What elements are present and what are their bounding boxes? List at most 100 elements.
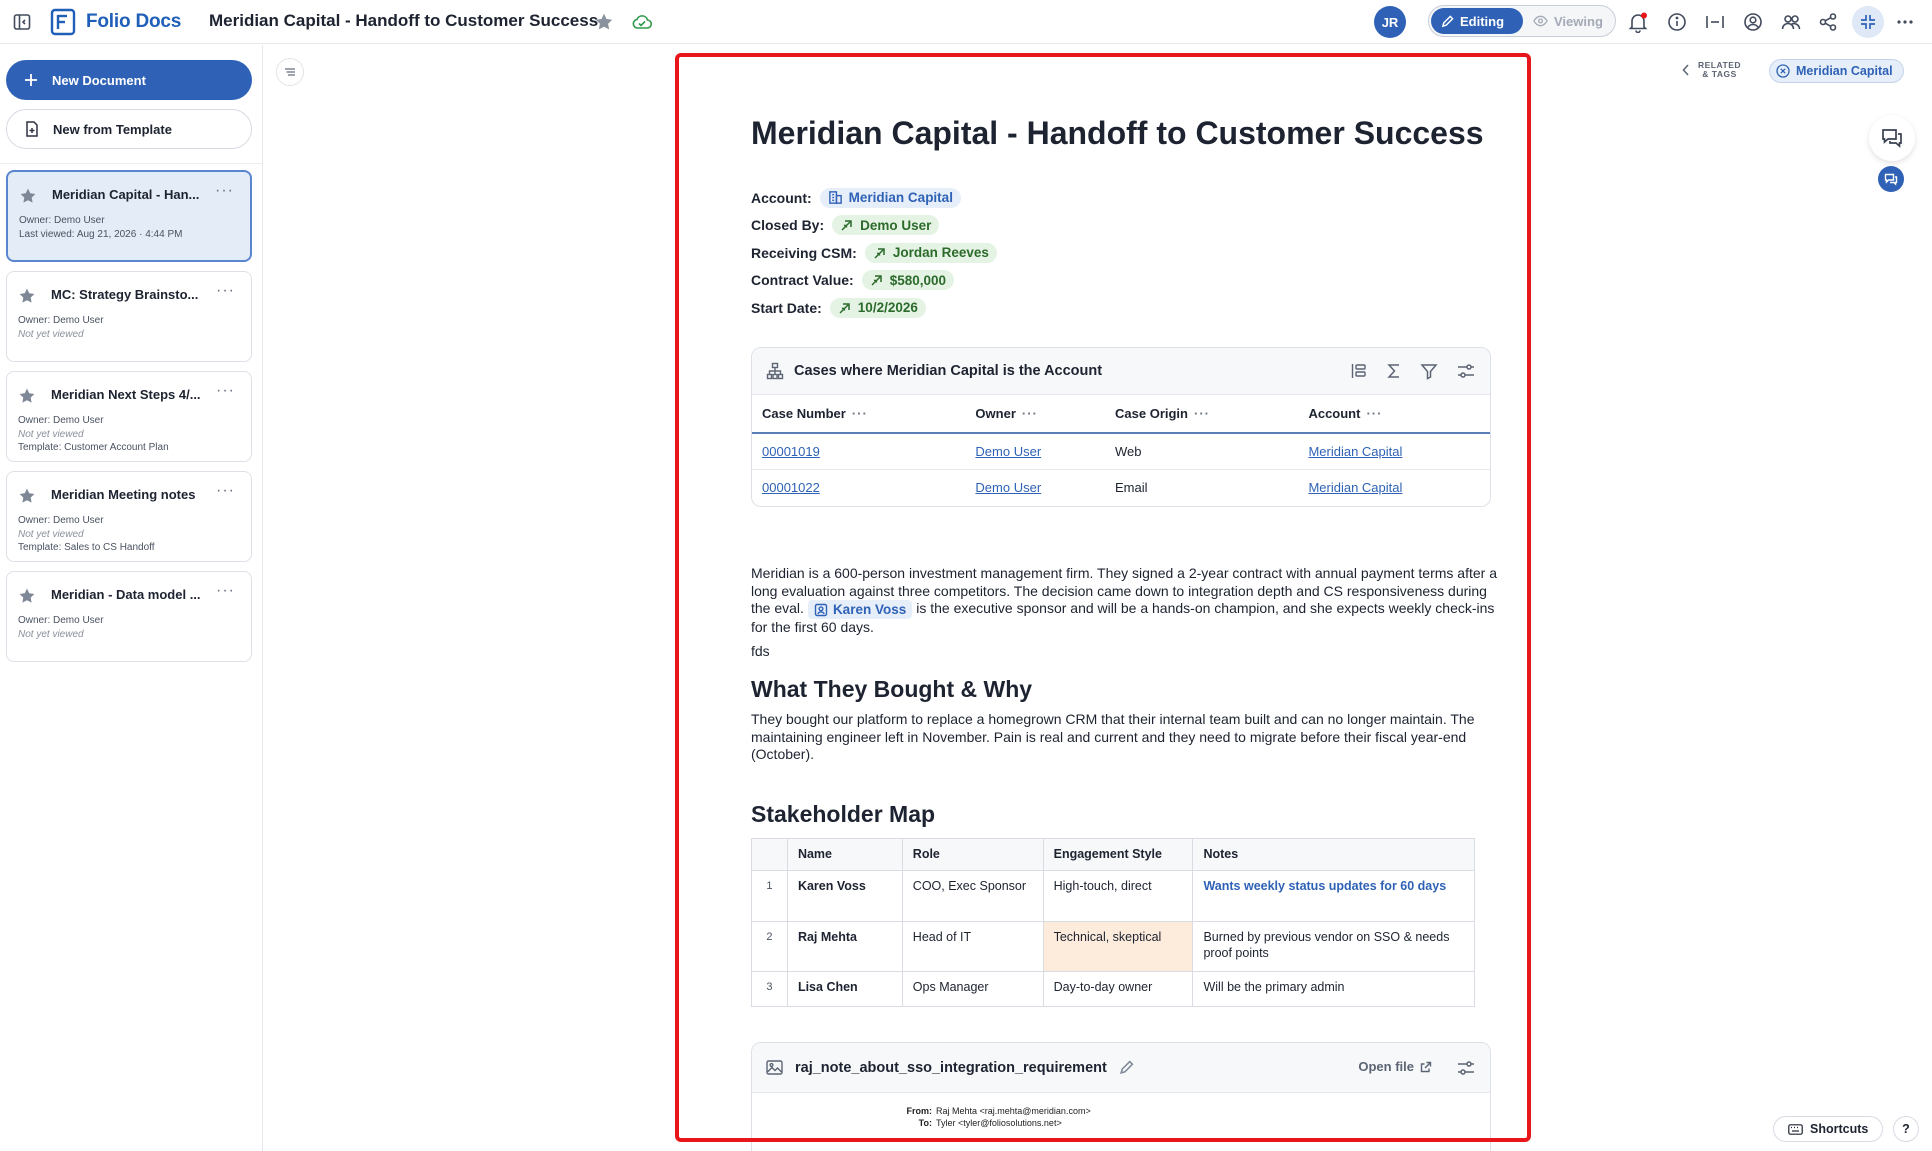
column-header[interactable]: Engagement Style	[1042, 838, 1194, 871]
column-menu-icon[interactable]: ···	[1366, 406, 1382, 421]
document-card-owner: Owner: Demo User	[18, 515, 104, 526]
user-avatar[interactable]: JR	[1374, 6, 1406, 38]
table-row: 3 Lisa Chen Ops Manager Day-to-day owner…	[751, 971, 1475, 1007]
shortcuts-button[interactable]: Shortcuts	[1773, 1116, 1884, 1142]
column-header[interactable]: Name	[786, 838, 903, 871]
group-icon[interactable]	[1350, 362, 1368, 380]
info-icon[interactable]	[1664, 9, 1690, 35]
help-button[interactable]: ?	[1893, 1116, 1919, 1142]
file-settings-icon[interactable]	[1456, 1060, 1476, 1076]
stakeholder-role[interactable]: Head of IT	[901, 921, 1044, 972]
width-toggle-icon[interactable]	[1702, 9, 1728, 35]
card-more-icon[interactable]: ···	[216, 282, 235, 300]
account-link[interactable]: Meridian Capital	[1308, 480, 1402, 495]
more-menu-icon[interactable]	[1892, 9, 1918, 35]
settings-sliders-icon[interactable]	[1456, 363, 1476, 379]
owner-link[interactable]: Demo User	[975, 444, 1041, 459]
notifications-bell-icon[interactable]	[1625, 9, 1651, 35]
stakeholder-name[interactable]: Raj Mehta	[786, 921, 903, 972]
closed-by-pill[interactable]: Demo User	[832, 215, 940, 236]
stakeholder-notes[interactable]: Will be the primary admin	[1192, 971, 1475, 1007]
card-more-icon[interactable]: ···	[216, 482, 235, 500]
collaborators-icon[interactable]	[1778, 9, 1804, 35]
star-icon[interactable]	[18, 587, 36, 605]
star-icon[interactable]	[18, 287, 36, 305]
outline-toggle-button[interactable]	[276, 58, 304, 86]
column-header[interactable]: Owner ···	[965, 395, 1106, 434]
file-preview: From: Raj Mehta <raj.mehta@meridian.com> …	[892, 1105, 1091, 1129]
document-title[interactable]: Meridian Capital - Handoff to Customer S…	[209, 11, 598, 31]
stakeholder-role[interactable]: Ops Manager	[901, 971, 1044, 1007]
related-tags-toggle[interactable]: RELATED & TAGS	[1682, 61, 1741, 79]
contract-value-pill[interactable]: $580,000	[861, 270, 955, 291]
new-from-template-button[interactable]: New from Template	[6, 109, 252, 149]
column-header[interactable]: Case Number ···	[752, 395, 966, 434]
case-number-link[interactable]: 00001022	[762, 480, 820, 495]
column-header[interactable]: Role	[901, 838, 1044, 871]
file-name[interactable]: raj_note_about_sso_integration_requireme…	[795, 1060, 1107, 1076]
column-menu-icon[interactable]: ···	[1194, 406, 1210, 421]
engagement-style[interactable]: High-touch, direct	[1042, 870, 1194, 922]
document-card[interactable]: Meridian Next Steps 4/... ··· Owner: Dem…	[6, 371, 252, 462]
receiving-csm-pill[interactable]: Jordan Reeves	[864, 242, 997, 263]
case-number-link[interactable]: 00001019	[762, 444, 820, 459]
stakeholder-role[interactable]: COO, Exec Sponsor	[901, 870, 1044, 922]
sidebar-toggle-icon[interactable]	[9, 9, 35, 35]
section-heading[interactable]: Stakeholder Map	[751, 801, 935, 828]
stakeholder-notes[interactable]: Wants weekly status updates for 60 days	[1192, 870, 1475, 922]
stakeholder-table: Name Role Engagement Style Notes 1 Karen…	[751, 838, 1475, 1007]
document-card[interactable]: MC: Strategy Brainsto... ··· Owner: Demo…	[6, 271, 252, 362]
favorite-star-icon[interactable]	[591, 9, 617, 35]
stakeholder-notes[interactable]: Burned by previous vendor on SSO & needs…	[1192, 921, 1475, 972]
preview-to-label: To:	[918, 1118, 932, 1128]
editing-mode-button[interactable]: Editing	[1431, 8, 1523, 34]
filter-icon[interactable]	[1420, 362, 1438, 380]
owner-link[interactable]: Demo User	[975, 480, 1041, 495]
account-pill[interactable]: Meridian Capital	[819, 187, 961, 208]
new-document-label: New Document	[52, 72, 146, 88]
account-link[interactable]: Meridian Capital	[1308, 444, 1402, 459]
card-more-icon[interactable]: ···	[215, 182, 234, 200]
contact-mention[interactable]: Karen Voss	[807, 600, 913, 619]
section-paragraph[interactable]: They bought our platform to replace a ho…	[751, 711, 1503, 764]
column-header[interactable]: Notes	[1192, 838, 1475, 871]
card-more-icon[interactable]: ···	[216, 582, 235, 600]
column-header[interactable]	[751, 838, 788, 871]
chat-assistant-button[interactable]	[1878, 166, 1904, 192]
document-heading[interactable]: Meridian Capital - Handoff to Customer S…	[751, 115, 1484, 152]
stray-text[interactable]: fds	[751, 643, 1503, 661]
section-heading[interactable]: What They Bought & Why	[751, 676, 1032, 703]
start-date-pill[interactable]: 10/2/2026	[829, 297, 926, 318]
remove-tag-icon[interactable]	[1776, 64, 1790, 78]
stakeholder-name[interactable]: Karen Voss	[786, 870, 903, 922]
sum-icon[interactable]	[1386, 362, 1402, 380]
engagement-style[interactable]: Technical, skeptical	[1042, 921, 1194, 972]
intro-paragraph[interactable]: Meridian is a 600-person investment mana…	[751, 565, 1503, 637]
column-menu-icon[interactable]: ···	[852, 406, 868, 421]
engagement-style[interactable]: Day-to-day owner	[1042, 971, 1194, 1007]
star-icon[interactable]	[18, 487, 36, 505]
column-header[interactable]: Account ···	[1298, 395, 1490, 434]
related-tag-pill[interactable]: Meridian Capital	[1769, 59, 1904, 83]
collapse-view-button[interactable]	[1852, 6, 1884, 38]
star-icon[interactable]	[19, 187, 37, 205]
app-logo[interactable]: Folio Docs	[50, 6, 181, 38]
open-file-label: Open file	[1358, 1059, 1414, 1074]
stakeholder-name[interactable]: Lisa Chen	[786, 971, 903, 1007]
new-document-button[interactable]: New Document	[6, 60, 252, 100]
rename-pencil-icon[interactable]	[1119, 1060, 1134, 1075]
comments-button[interactable]	[1869, 115, 1915, 161]
document-card-owner: Owner: Demo User	[19, 215, 105, 226]
column-header[interactable]: Case Origin ···	[1105, 395, 1299, 434]
share-icon[interactable]	[1815, 9, 1841, 35]
open-file-button[interactable]: Open file	[1358, 1059, 1432, 1074]
document-card[interactable]: Meridian - Data model ... ··· Owner: Dem…	[6, 571, 252, 662]
field-value: $580,000	[889, 272, 947, 288]
column-menu-icon[interactable]: ···	[1022, 406, 1038, 421]
viewing-mode-button[interactable]: Viewing	[1523, 8, 1613, 34]
user-circle-icon[interactable]	[1740, 9, 1766, 35]
document-card[interactable]: Meridian Meeting notes ··· Owner: Demo U…	[6, 471, 252, 562]
star-icon[interactable]	[18, 387, 36, 405]
document-card[interactable]: Meridian Capital - Han... ··· Owner: Dem…	[6, 170, 252, 262]
card-more-icon[interactable]: ···	[216, 382, 235, 400]
